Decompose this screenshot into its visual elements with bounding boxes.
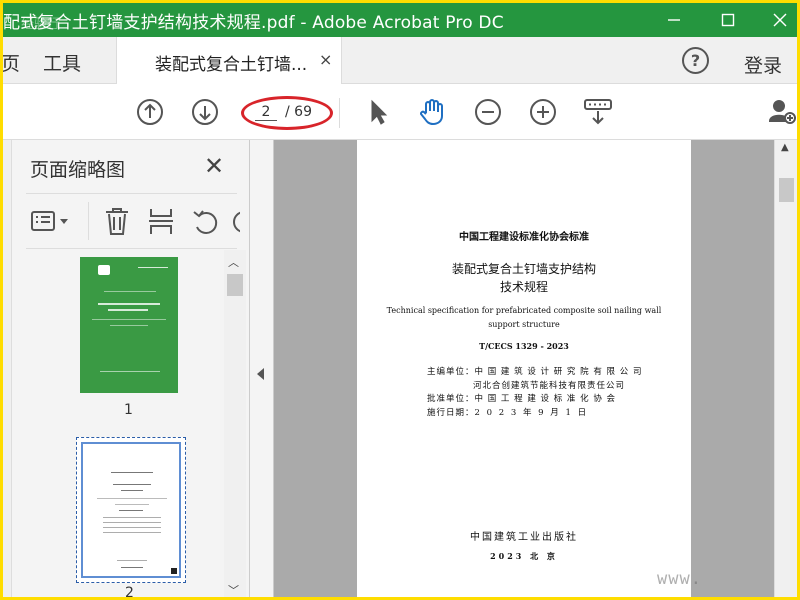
scroll-down-icon[interactable]: ﹀ <box>228 582 239 597</box>
thumbnail-corner-marker <box>171 568 177 574</box>
site-watermark: www. <box>657 569 702 589</box>
next-page-button[interactable] <box>190 97 220 127</box>
tab-bar: 页 工具 装配式复合土钉墙... × ? 登录 <box>3 37 797 84</box>
page-publisher: 中国建筑工业出版社 <box>470 532 578 543</box>
thumbnail-page-1[interactable] <box>80 257 178 393</box>
help-button[interactable]: ? <box>682 47 709 74</box>
tab-home[interactable]: 页 <box>3 49 20 76</box>
panel-scroll-thumb[interactable] <box>227 274 243 296</box>
prev-page-icon <box>137 99 163 125</box>
page-title-line1: 装配式复合土钉墙支护结构 <box>451 262 596 276</box>
left-nav-strip <box>3 140 12 597</box>
select-arrow-icon <box>371 99 388 125</box>
thumbnail-page-2-selected[interactable] <box>76 437 186 583</box>
extract-page-button[interactable] <box>146 206 176 236</box>
page-number-box: 2 / 69 <box>241 96 333 130</box>
add-user-icon <box>768 100 796 124</box>
maximize-button[interactable] <box>703 3 753 37</box>
options-menu-icon <box>31 211 68 231</box>
select-tool-button[interactable] <box>363 97 393 127</box>
hand-tool-icon <box>420 99 443 126</box>
zoom-out-icon <box>475 99 501 125</box>
zoom-in-icon <box>530 99 556 125</box>
page-effective-row: 施行日期：2 0 2 3 年 9 月 1 日 <box>427 406 588 418</box>
window-title: 配式复合土钉墙支护结构技术规程.pdf - Adobe Acrobat Pro … <box>3 13 504 33</box>
page-editor-row: 主编单位：中 国 建 筑 设 计 研 究 院 有 限 公 司 <box>427 365 642 377</box>
editor-label: 主编单位： <box>427 367 475 377</box>
close-window-button[interactable] <box>755 3 797 37</box>
keyboard-scroll-icon <box>584 99 612 125</box>
panel-title: 页面缩略图 <box>30 159 126 181</box>
panel-close-button[interactable]: ✕ <box>204 152 224 180</box>
rotate-icon <box>193 210 218 234</box>
title-bar: 配式复合土钉墙支护结构技术规程.pdf - Adobe Acrobat Pro … <box>3 3 797 37</box>
editor-value-2: 河北合创建筑节能科技有限责任公司 <box>473 381 626 391</box>
editor-value-1: 中 国 建 筑 设 计 研 究 院 有 限 公 司 <box>474 367 643 377</box>
hand-tool-button[interactable] <box>417 97 447 127</box>
scroll-up-icon[interactable]: ▲ <box>781 142 789 153</box>
zoom-in-button[interactable] <box>528 97 558 127</box>
rotate-page-button[interactable] <box>190 206 220 236</box>
page-standard-code: T/CECS 1329 - 2023 <box>479 341 569 351</box>
document-view: 中国工程建设标准化协会标准 装配式复合土钉墙支护结构 技术规程 Technica… <box>274 140 774 597</box>
collapse-left-icon[interactable] <box>257 368 264 380</box>
panel-scrollbar[interactable]: ︿ ﹀ <box>224 250 246 597</box>
cover-logo-icon <box>98 265 110 275</box>
title-watermark: 经验行 <box>21 17 61 32</box>
thumbnail-options-button[interactable] <box>30 206 74 236</box>
panel-divider <box>88 202 89 240</box>
approver-value: 中 国 工 程 建 设 标 准 化 协 会 <box>474 394 617 404</box>
panel-toolbar <box>26 193 240 249</box>
approver-label: 批准单位： <box>427 394 475 404</box>
app-window: 配式复合土钉墙支护结构技术规程.pdf - Adobe Acrobat Pro … <box>3 3 797 597</box>
tab-document-label: 装配式复合土钉墙... <box>155 55 308 75</box>
thumbnail-label: 2 <box>125 585 134 597</box>
thumbnail-page-2[interactable] <box>81 442 181 578</box>
document-scrollbar[interactable]: ▲ <box>774 140 797 597</box>
rotate-clockwise-button[interactable] <box>230 206 240 236</box>
scroll-up-icon[interactable]: ︿ <box>228 254 239 270</box>
page-english-title-2: support structure <box>488 320 560 329</box>
minimize-button[interactable] <box>649 3 699 37</box>
prev-page-button[interactable] <box>135 97 165 127</box>
login-button[interactable]: 登录 <box>744 51 782 78</box>
toolbar-divider <box>339 98 340 128</box>
effective-value: 2 0 2 3 年 9 月 1 日 <box>474 408 589 418</box>
current-page-input[interactable]: 2 <box>255 104 277 121</box>
page-publish-date: 2023 北 京 <box>490 551 558 561</box>
effective-label: 施行日期： <box>427 408 475 418</box>
thumbnail-list: 1 2 <box>26 250 222 597</box>
close-icon <box>773 13 787 27</box>
add-user-button[interactable] <box>767 97 797 127</box>
thumbnail-label: 1 <box>124 402 133 418</box>
page-thumbnails-panel: 页面缩略图 ✕ 1 2 ︿ ﹀ <box>12 140 250 597</box>
page-org: 中国工程建设标准化协会标准 <box>459 232 589 243</box>
document-page: 中国工程建设标准化协会标准 装配式复合土钉墙支护结构 技术规程 Technica… <box>357 140 691 597</box>
zoom-out-button[interactable] <box>473 97 503 127</box>
trash-icon <box>106 208 128 235</box>
delete-page-button[interactable] <box>102 206 132 236</box>
toolbar: 2 / 69 <box>3 84 797 140</box>
maximize-icon <box>721 13 735 27</box>
page-extract-icon <box>149 209 173 234</box>
document-scroll-thumb[interactable] <box>779 178 794 202</box>
page-approver-row: 批准单位：中 国 工 程 建 设 标 准 化 协 会 <box>427 392 616 404</box>
rotate-clockwise-icon <box>233 211 240 233</box>
tab-document[interactable]: 装配式复合土钉墙... × <box>116 37 342 84</box>
page-english-title-1: Technical specification for prefabricate… <box>386 306 662 315</box>
tab-tools[interactable]: 工具 <box>43 49 81 76</box>
keyboard-scroll-button[interactable] <box>583 97 613 127</box>
panel-collapse-strip[interactable] <box>250 140 274 597</box>
minimize-icon <box>668 19 680 21</box>
total-pages: / 69 <box>285 104 312 120</box>
tab-close-button[interactable]: × <box>319 50 332 69</box>
page-title-line2: 技术规程 <box>499 280 548 294</box>
next-page-icon <box>192 99 218 125</box>
